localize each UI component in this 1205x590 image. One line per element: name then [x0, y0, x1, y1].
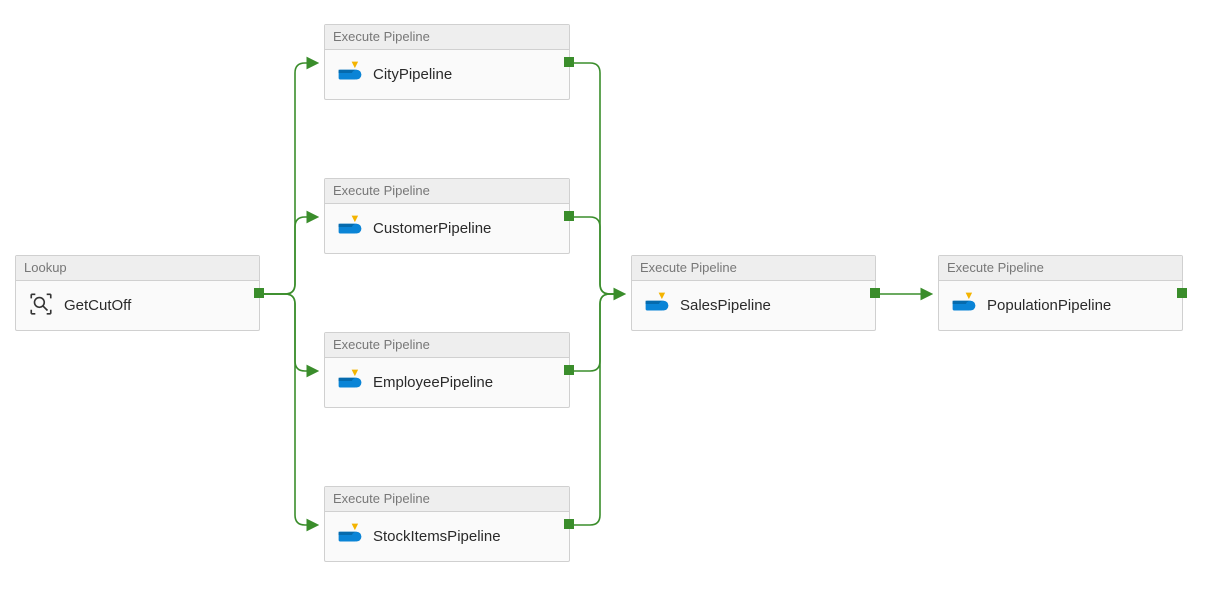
activity-name: PopulationPipeline: [987, 297, 1111, 314]
activity-execute-employee[interactable]: Execute Pipeline EmployeePipeline: [324, 332, 570, 408]
pipeline-icon: [337, 214, 363, 243]
activity-type-label: Execute Pipeline: [325, 179, 569, 204]
success-output-port[interactable]: [254, 288, 264, 298]
success-output-port[interactable]: [564, 211, 574, 221]
activity-name: GetCutOff: [64, 297, 131, 314]
pipeline-icon: [337, 522, 363, 551]
activity-type-label: Execute Pipeline: [325, 333, 569, 358]
pipeline-icon: [337, 60, 363, 89]
activity-type-label: Execute Pipeline: [325, 487, 569, 512]
activity-name: CityPipeline: [373, 66, 452, 83]
activity-type-label: Execute Pipeline: [939, 256, 1182, 281]
activity-name: EmployeePipeline: [373, 374, 493, 391]
activity-execute-population[interactable]: Execute Pipeline PopulationPipeline: [938, 255, 1183, 331]
activity-lookup-getcutoff[interactable]: Lookup GetCutOff: [15, 255, 260, 331]
success-output-port[interactable]: [1177, 288, 1187, 298]
pipeline-canvas[interactable]: Lookup GetCutOff Execute Pipeline: [0, 0, 1205, 590]
success-output-port[interactable]: [870, 288, 880, 298]
activity-type-label: Lookup: [16, 256, 259, 281]
activity-name: SalesPipeline: [680, 297, 771, 314]
activity-execute-stockitems[interactable]: Execute Pipeline StockItemsPipeline: [324, 486, 570, 562]
activity-name: CustomerPipeline: [373, 220, 491, 237]
activity-type-label: Execute Pipeline: [632, 256, 875, 281]
pipeline-icon: [951, 291, 977, 320]
success-output-port[interactable]: [564, 519, 574, 529]
pipeline-icon: [644, 291, 670, 320]
search-icon: [28, 291, 54, 320]
success-output-port[interactable]: [564, 57, 574, 67]
activity-name: StockItemsPipeline: [373, 528, 501, 545]
success-output-port[interactable]: [564, 365, 574, 375]
pipeline-icon: [337, 368, 363, 397]
activity-execute-sales[interactable]: Execute Pipeline SalesPipeline: [631, 255, 876, 331]
activity-type-label: Execute Pipeline: [325, 25, 569, 50]
activity-execute-customer[interactable]: Execute Pipeline CustomerPipeline: [324, 178, 570, 254]
activity-execute-city[interactable]: Execute Pipeline CityPipeline: [324, 24, 570, 100]
